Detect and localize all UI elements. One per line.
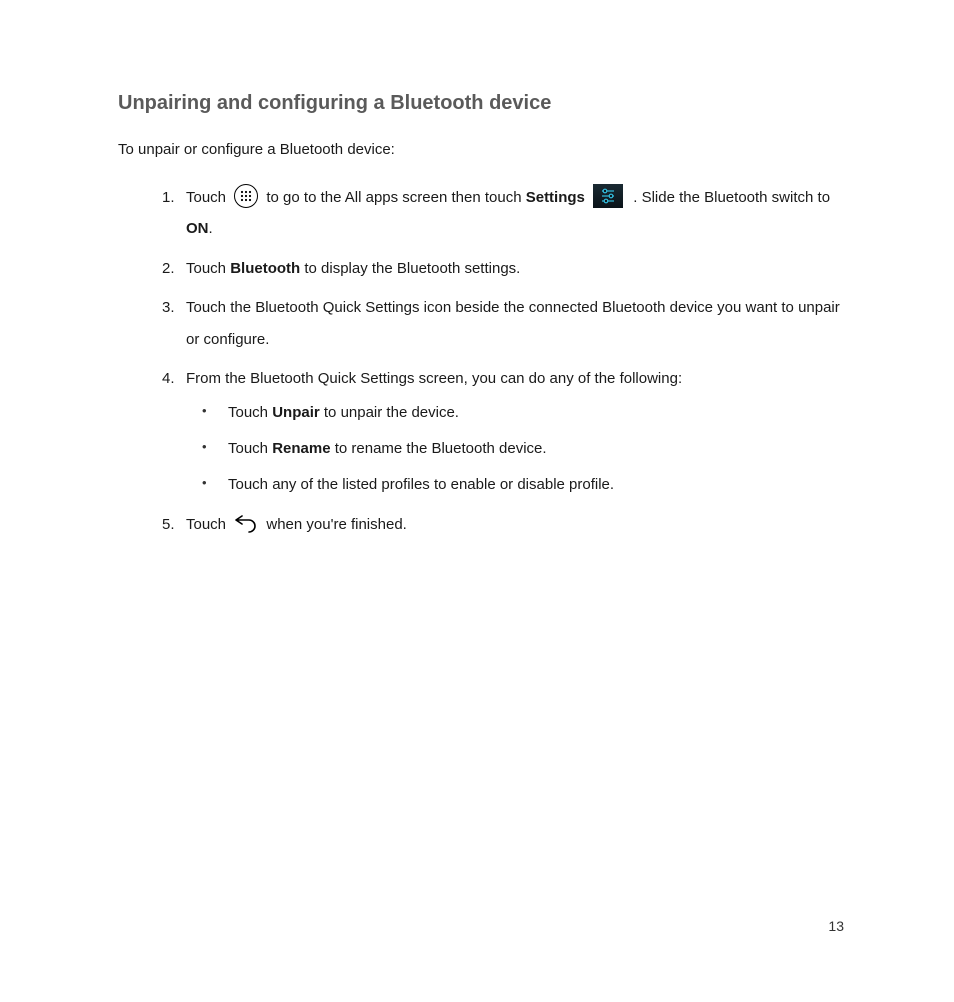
settings-icon [593, 184, 623, 208]
step-4-bullet-2: Touch Rename to rename the Bluetooth dev… [228, 437, 844, 461]
step-1-text-d: . [209, 220, 213, 237]
step-5: Touch when you're finished. [186, 509, 844, 541]
bullet-3-text: Touch any of the listed profiles to enab… [228, 476, 614, 493]
step-3: Touch the Bluetooth Quick Settings icon … [186, 292, 844, 355]
bullet-1-bold: Unpair [272, 404, 320, 421]
step-1: Touch to go to the All apps screen then … [186, 182, 844, 245]
step-4-bullet-3: Touch any of the listed profiles to enab… [228, 473, 844, 497]
intro-text: To unpair or configure a Bluetooth devic… [118, 139, 844, 162]
step-5-text-b: when you're finished. [266, 516, 406, 533]
bullet-2-pre: Touch [228, 440, 272, 457]
step-2-text-a: Touch [186, 260, 230, 277]
all-apps-icon [234, 184, 258, 208]
bullet-1-post: to unpair the device. [320, 404, 459, 421]
step-1-text-c: . Slide the Bluetooth switch to [633, 189, 830, 206]
step-2-text-b: to display the Bluetooth settings. [300, 260, 520, 277]
bullet-2-post: to rename the Bluetooth device. [331, 440, 547, 457]
section-heading: Unpairing and configuring a Bluetooth de… [118, 92, 844, 115]
step-2: Touch Bluetooth to display the Bluetooth… [186, 253, 844, 285]
step-4-lead: From the Bluetooth Quick Settings screen… [186, 370, 682, 387]
step-4-bullet-1: Touch Unpair to unpair the device. [228, 401, 844, 425]
bullet-1-pre: Touch [228, 404, 272, 421]
step-4-sublist: Touch Unpair to unpair the device. Touch… [186, 401, 844, 497]
step-1-text-b: to go to the All apps screen then touch [266, 189, 525, 206]
document-page: Unpairing and configuring a Bluetooth de… [0, 0, 954, 540]
step-1-settings-label: Settings [526, 189, 585, 206]
step-4: From the Bluetooth Quick Settings screen… [186, 363, 844, 497]
step-1-on-label: ON [186, 220, 209, 237]
step-list: Touch to go to the All apps screen then … [118, 182, 844, 541]
step-2-bluetooth-label: Bluetooth [230, 260, 300, 277]
step-3-text: Touch the Bluetooth Quick Settings icon … [186, 299, 840, 348]
back-icon [234, 512, 258, 534]
step-5-text-a: Touch [186, 516, 230, 533]
page-number: 13 [828, 918, 844, 934]
step-1-text-a: Touch [186, 189, 230, 206]
bullet-2-bold: Rename [272, 440, 330, 457]
